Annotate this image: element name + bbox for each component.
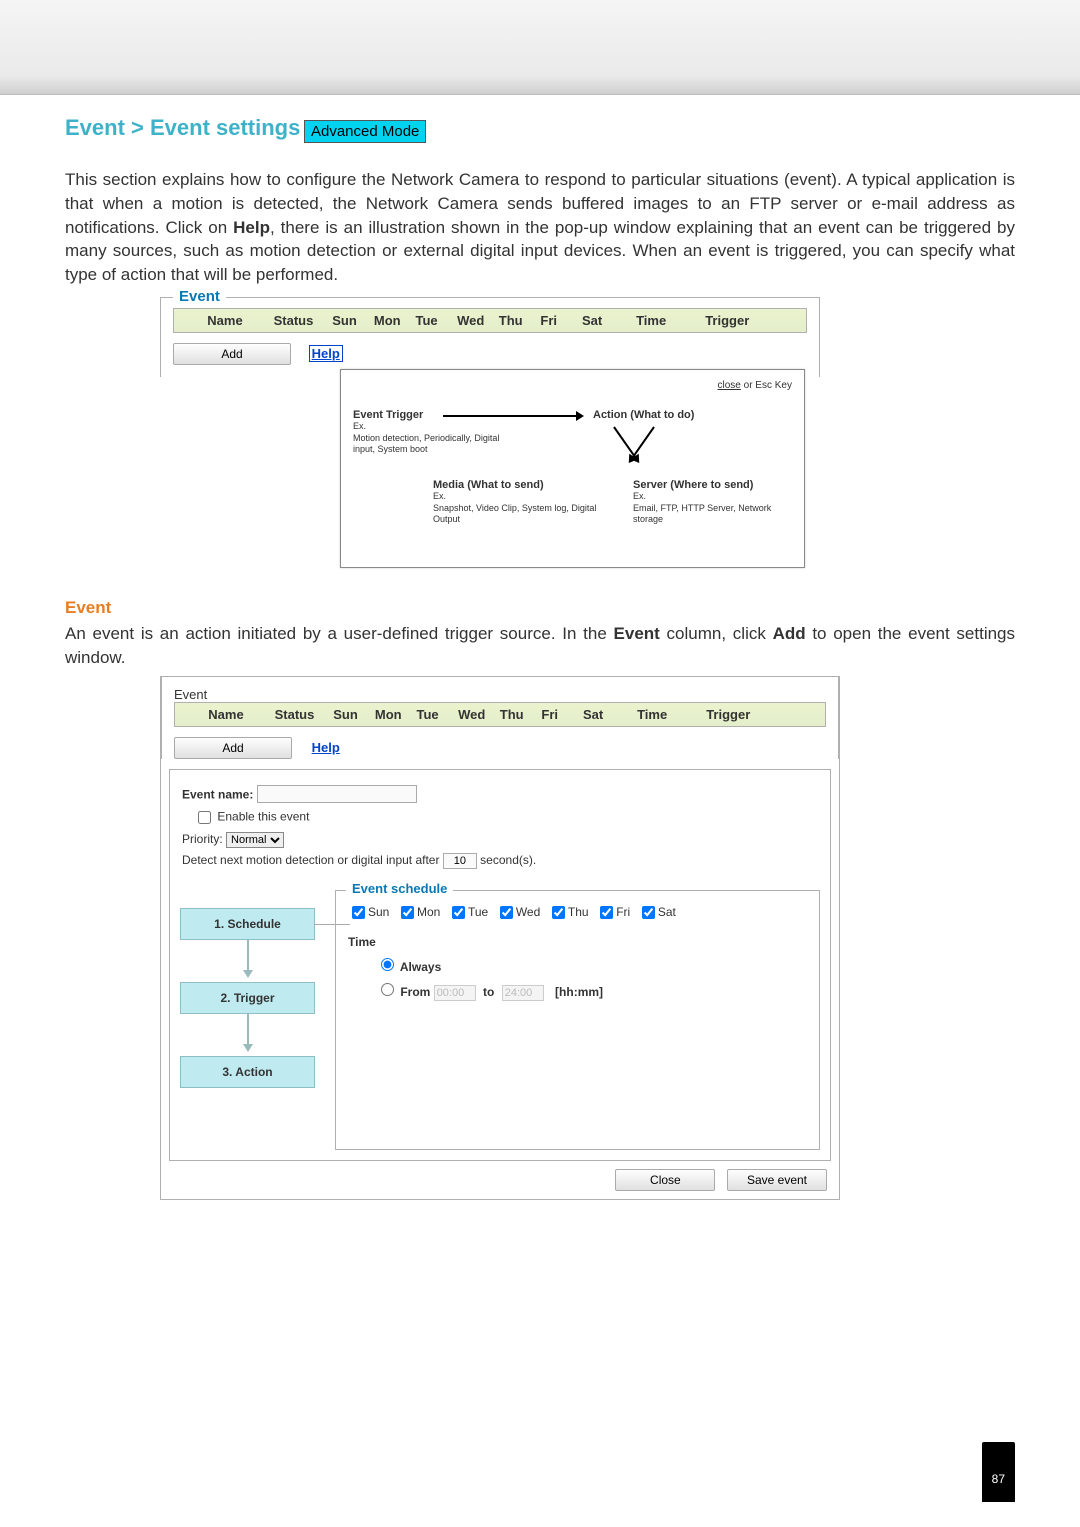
priority-select[interactable]: Normal bbox=[226, 832, 284, 848]
page-number: 87 bbox=[982, 1442, 1015, 1502]
day-wed-checkbox[interactable] bbox=[500, 906, 513, 919]
add-button-2[interactable]: Add bbox=[174, 737, 292, 759]
event-form-area: Event name: Enable this event Priority: … bbox=[169, 769, 831, 880]
event-diagram: Event Trigger Ex. Motion detection, Peri… bbox=[353, 399, 792, 549]
day-mon-checkbox[interactable] bbox=[401, 906, 414, 919]
time-to-label: to bbox=[483, 985, 494, 999]
event-name-input[interactable] bbox=[257, 785, 417, 803]
detect-suffix: second(s). bbox=[480, 853, 536, 867]
enable-event-label: Enable this event bbox=[217, 809, 309, 823]
time-from-label: From bbox=[400, 985, 430, 999]
schedule-days-row: Sun Mon Tue Wed Thu Fri Sat bbox=[348, 903, 680, 922]
event-schedule-panel: Event schedule Sun Mon Tue Wed Thu Fri S… bbox=[335, 890, 820, 1150]
close-button[interactable]: Close bbox=[615, 1169, 715, 1191]
time-label: Time bbox=[348, 935, 807, 949]
day-sun-checkbox[interactable] bbox=[352, 906, 365, 919]
time-to-input[interactable] bbox=[502, 985, 544, 1001]
arrow-down-icon bbox=[247, 940, 249, 972]
diagram-media-ex: Snapshot, Video Clip, System log, Digita… bbox=[433, 503, 603, 525]
breadcrumb: Event > Event settings bbox=[65, 115, 300, 140]
diagram-server-ex-label: Ex. bbox=[633, 491, 803, 501]
intro-paragraph: This section explains how to configure t… bbox=[65, 168, 1015, 287]
event-legend-2: Event bbox=[174, 687, 826, 702]
time-from-input[interactable] bbox=[434, 985, 476, 1001]
event-table-header-2: Name Status Sun Mon Tue Wed Thu Fri Sat … bbox=[174, 702, 826, 727]
arrow-down-right-icon bbox=[630, 426, 655, 460]
advanced-mode-badge: Advanced Mode bbox=[304, 120, 426, 143]
diagram-server-title: Server (Where to send) bbox=[633, 479, 803, 491]
diagram-server-ex: Email, FTP, HTTP Server, Network storage bbox=[633, 503, 803, 525]
day-tue-checkbox[interactable] bbox=[452, 906, 465, 919]
event-section-paragraph: An event is an action initiated by a use… bbox=[65, 622, 1015, 670]
diagram-media-title: Media (What to send) bbox=[433, 479, 603, 491]
arrow-down-icon bbox=[247, 1014, 249, 1046]
priority-label: Priority: bbox=[182, 832, 223, 846]
event-table-header-1: Name Status Sun Mon Tue Wed Thu Fri Sat … bbox=[173, 308, 807, 333]
step-action[interactable]: 3. Action bbox=[180, 1056, 315, 1088]
event-settings-window: Event Name Status Sun Mon Tue Wed Thu Fr… bbox=[160, 676, 840, 1200]
time-always-label: Always bbox=[400, 960, 441, 974]
diagram-trigger-ex-label: Ex. bbox=[353, 421, 503, 431]
arrow-right-icon bbox=[443, 415, 578, 417]
detect-prefix: Detect next motion detection or digital … bbox=[182, 853, 439, 867]
step-trigger[interactable]: 2. Trigger bbox=[180, 982, 315, 1014]
event-schedule-legend: Event schedule bbox=[346, 881, 453, 896]
popup-close-link[interactable]: close bbox=[718, 380, 741, 391]
help-link-1[interactable]: Help bbox=[309, 345, 343, 362]
day-fri-checkbox[interactable] bbox=[600, 906, 613, 919]
page-heading: Event > Event settings Advanced Mode bbox=[65, 115, 1015, 143]
day-thu-checkbox[interactable] bbox=[552, 906, 565, 919]
time-hhmm-label: [hh:mm] bbox=[555, 985, 603, 999]
diagram-trigger-ex: Motion detection, Periodically, Digital … bbox=[353, 433, 503, 455]
event-section-label: Event bbox=[65, 598, 1015, 618]
add-button-1[interactable]: Add bbox=[173, 343, 291, 365]
time-from-radio[interactable] bbox=[381, 983, 394, 996]
header-gradient bbox=[0, 0, 1080, 95]
help-link-2[interactable]: Help bbox=[310, 740, 342, 755]
save-event-button[interactable]: Save event bbox=[727, 1169, 827, 1191]
steps-sidebar: 1. Schedule 2. Trigger 3. Action bbox=[170, 880, 325, 1160]
time-always-radio[interactable] bbox=[381, 958, 394, 971]
diagram-media-ex-label: Ex. bbox=[433, 491, 603, 501]
step-schedule[interactable]: 1. Schedule bbox=[180, 908, 315, 940]
intro-help-word: Help bbox=[233, 218, 270, 237]
enable-event-checkbox[interactable] bbox=[198, 811, 211, 824]
day-sat-checkbox[interactable] bbox=[642, 906, 655, 919]
help-popup: close or Esc Key Event Trigger Ex. Motio… bbox=[340, 369, 805, 568]
event-legend-1: Event bbox=[173, 288, 226, 305]
event-panel-1: Event Name Status Sun Mon Tue Wed Thu Fr… bbox=[160, 297, 820, 377]
detect-interval-input[interactable] bbox=[443, 853, 477, 869]
popup-close-suffix: or Esc Key bbox=[741, 380, 792, 391]
diagram-action-title: Action (What to do) bbox=[593, 409, 694, 421]
event-name-label: Event name: bbox=[182, 787, 253, 801]
